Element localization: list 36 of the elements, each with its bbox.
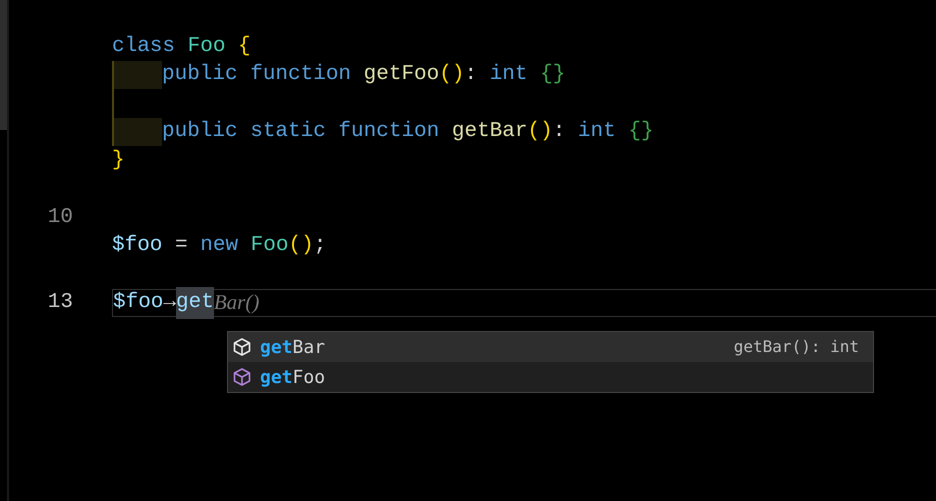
code-token: () [527, 119, 553, 145]
code-token: : [464, 62, 478, 88]
code-token: $foo [113, 290, 164, 316]
line-number: 10 [48, 206, 73, 229]
inline-suggestion: Bar() [214, 289, 260, 316]
code-token: () [288, 233, 314, 259]
code-token: public static function [162, 119, 440, 145]
code-token: = [174, 233, 189, 259]
code-token: {} [540, 62, 566, 88]
suggestion-item[interactable]: getBar getBar(): int [228, 332, 873, 362]
code-token: int [490, 62, 529, 88]
code-token: public function [162, 62, 352, 88]
cube-icon [232, 367, 252, 387]
suggestion-detail: getBar(): int [734, 336, 859, 358]
code-token: getFoo [364, 62, 440, 88]
suggestion-label: getFoo [260, 366, 326, 390]
cube-icon [232, 337, 252, 357]
code-token: { [238, 34, 251, 60]
code-token: () [439, 62, 464, 88]
suggestion-item[interactable]: getFoo [228, 362, 873, 392]
code-token: new [200, 233, 240, 259]
code-token: getBar [452, 119, 528, 145]
typed-text: get [176, 287, 214, 318]
code-token: Foo [188, 34, 226, 60]
code-token: → [163, 290, 176, 316]
scrollbar-thumb[interactable] [0, 0, 7, 130]
code-token: int [578, 119, 617, 145]
code-token: $foo [112, 233, 162, 259]
code-token: } [112, 148, 125, 174]
code-token: {} [628, 119, 654, 145]
code-token: Foo [250, 233, 288, 259]
code-token: class [112, 34, 176, 60]
line-number: 13 [48, 291, 73, 314]
suggestion-label: getBar [260, 336, 326, 360]
code-token: ; [314, 233, 326, 259]
code-token: : [552, 119, 566, 145]
